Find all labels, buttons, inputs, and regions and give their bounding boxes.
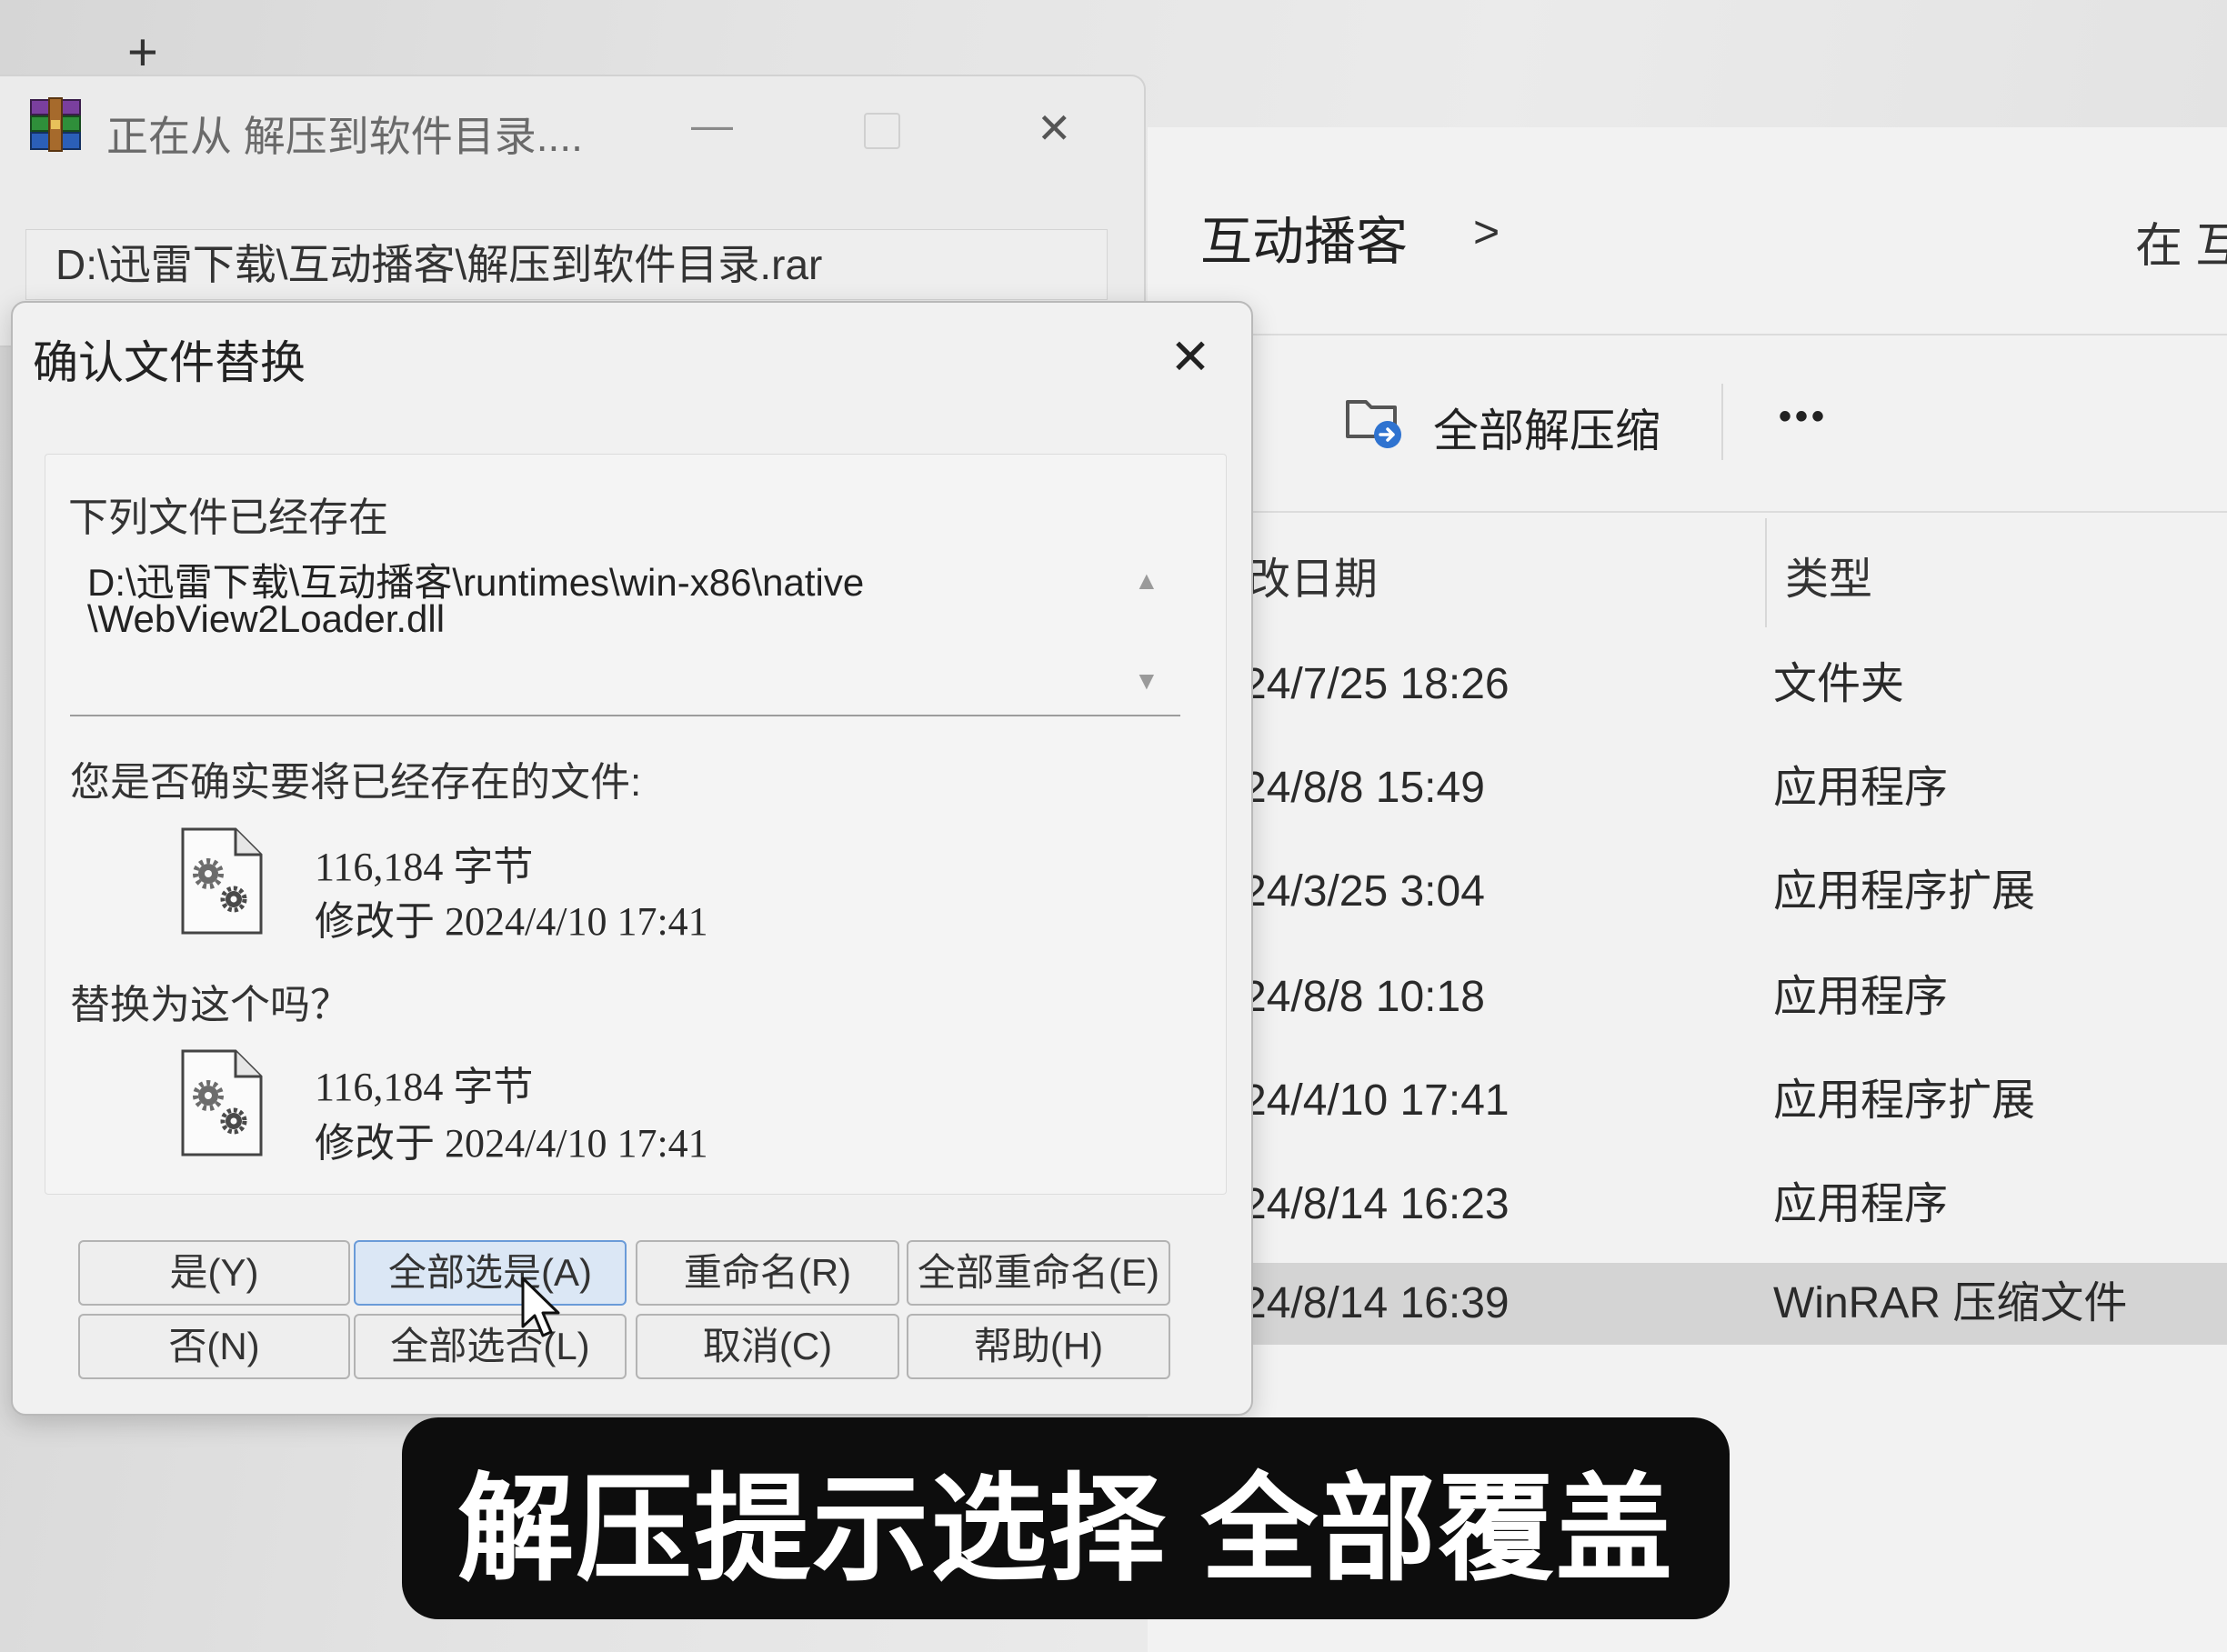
file-row[interactable]: 24/7/25 18:26 文件夹 [1237, 644, 2227, 726]
yes-to-all-button[interactable]: 全部选是(A) [354, 1240, 627, 1306]
maximize-button[interactable] [864, 113, 900, 149]
breadcrumb-folder[interactable]: 互动播客 [1200, 200, 1408, 275]
divider [1148, 511, 2227, 513]
progress-close-button[interactable]: ✕ [1037, 104, 1072, 153]
dialog-title: 确认文件替换 [33, 337, 306, 388]
file-row[interactable]: 24/8/8 10:18 应用程序 [1237, 956, 2227, 1038]
file-type: 应用程序 [1773, 764, 1949, 812]
extract-all-button[interactable]: 全部解压缩 [1433, 395, 1660, 460]
divider [1148, 334, 2227, 335]
existing-file-modified: 修改于 2024/4/10 17:41 [315, 899, 708, 944]
no-to-all-button[interactable]: 全部选否(L) [354, 1314, 627, 1379]
winrar-icon [30, 97, 81, 152]
file-row[interactable]: 24/4/10 17:41 应用程序扩展 [1237, 1060, 2227, 1142]
file-modified-date: 24/8/14 16:39 [1242, 1279, 1510, 1327]
new-file-size: 116,184 字节 [315, 1065, 534, 1109]
file-modified-date: 24/8/8 10:18 [1242, 973, 1485, 1021]
column-header-modified[interactable]: 改日期 [1247, 543, 1378, 606]
file-type: 应用程序扩展 [1773, 1076, 2036, 1125]
file-row[interactable]: 24/8/8 15:49 应用程序 [1237, 747, 2227, 829]
yes-button[interactable]: 是(Y) [78, 1240, 350, 1306]
file-type: 文件夹 [1773, 660, 1905, 708]
mouse-cursor-icon [521, 1277, 560, 1337]
cancel-button[interactable]: 取消(C) [636, 1314, 899, 1379]
toolbar-divider [1721, 384, 1723, 460]
search-placeholder: 在 互 [2135, 220, 2227, 271]
file-modified-date: 24/8/14 16:23 [1242, 1180, 1510, 1228]
file-type: 应用程序 [1773, 1180, 1949, 1228]
existing-file-path-list[interactable]: D:\迅雷下载\互动播客\runtimes\win-x86\native \We… [70, 541, 1180, 715]
file-modified-date: 24/8/8 15:49 [1242, 764, 1485, 812]
file-modified-date: 24/3/25 3:04 [1242, 867, 1485, 916]
breadcrumb-chevron-icon[interactable]: > [1473, 205, 1500, 258]
dll-file-icon [181, 1049, 263, 1156]
list-divider [70, 715, 1180, 716]
file-path-line: \WebView2Loader.dll [87, 597, 446, 640]
dll-file-icon [181, 827, 263, 935]
no-button[interactable]: 否(N) [78, 1314, 350, 1379]
column-separator[interactable] [1765, 518, 1767, 627]
search-input[interactable]: 在 互 [2135, 207, 2227, 271]
archive-path-field: D:\迅雷下载\互动播客\解压到软件目录.rar [25, 229, 1108, 300]
file-type: 应用程序 [1773, 973, 1949, 1021]
file-type: WinRAR 压缩文件 [1773, 1279, 2128, 1327]
file-modified-date: 24/4/10 17:41 [1242, 1076, 1510, 1125]
scroll-up-arrow-icon[interactable]: ▲ [1134, 566, 1159, 596]
rename-button[interactable]: 重命名(R) [636, 1240, 899, 1306]
replace-prompt: 您是否确实要将已经存在的文件: [70, 760, 642, 805]
new-file-modified: 修改于 2024/4/10 17:41 [315, 1121, 708, 1166]
caption-text: 解压提示选择 全部覆盖 [457, 1464, 1674, 1595]
file-row[interactable]: 24/3/25 3:04 应用程序扩展 [1237, 851, 2227, 933]
caption-overlay: 解压提示选择 全部覆盖 [402, 1417, 1730, 1619]
replace-with-prompt: 替换为这个吗？ [70, 983, 350, 1027]
scroll-down-arrow-icon[interactable]: ▼ [1134, 666, 1159, 696]
column-header-type[interactable]: 类型 [1785, 543, 1872, 606]
help-button[interactable]: 帮助(H) [907, 1314, 1170, 1379]
progress-window-title: 正在从 解压到软件目录.... [106, 113, 583, 160]
existing-file-size: 116,184 字节 [315, 845, 534, 889]
file-row[interactable]: 24/8/14 16:39 WinRAR 压缩文件 [1237, 1263, 2227, 1345]
folder-extract-icon [1346, 400, 1401, 448]
more-options-button[interactable]: ••• [1779, 396, 1828, 437]
file-exists-label: 下列文件已经存在 [68, 496, 388, 540]
file-type: 应用程序扩展 [1773, 867, 2036, 916]
minimize-button[interactable]: — [691, 100, 733, 149]
rename-all-button[interactable]: 全部重命名(E) [907, 1240, 1170, 1306]
confirm-file-replace-dialog: 确认文件替换 ✕ 下列文件已经存在 D:\迅雷下载\互动播客\runtimes\… [11, 301, 1253, 1416]
file-row[interactable]: 24/8/14 16:23 应用程序 [1237, 1164, 2227, 1246]
file-modified-date: 24/7/25 18:26 [1242, 660, 1510, 708]
dialog-close-button[interactable]: ✕ [1160, 328, 1220, 385]
new-tab-button[interactable]: + [127, 22, 158, 83]
